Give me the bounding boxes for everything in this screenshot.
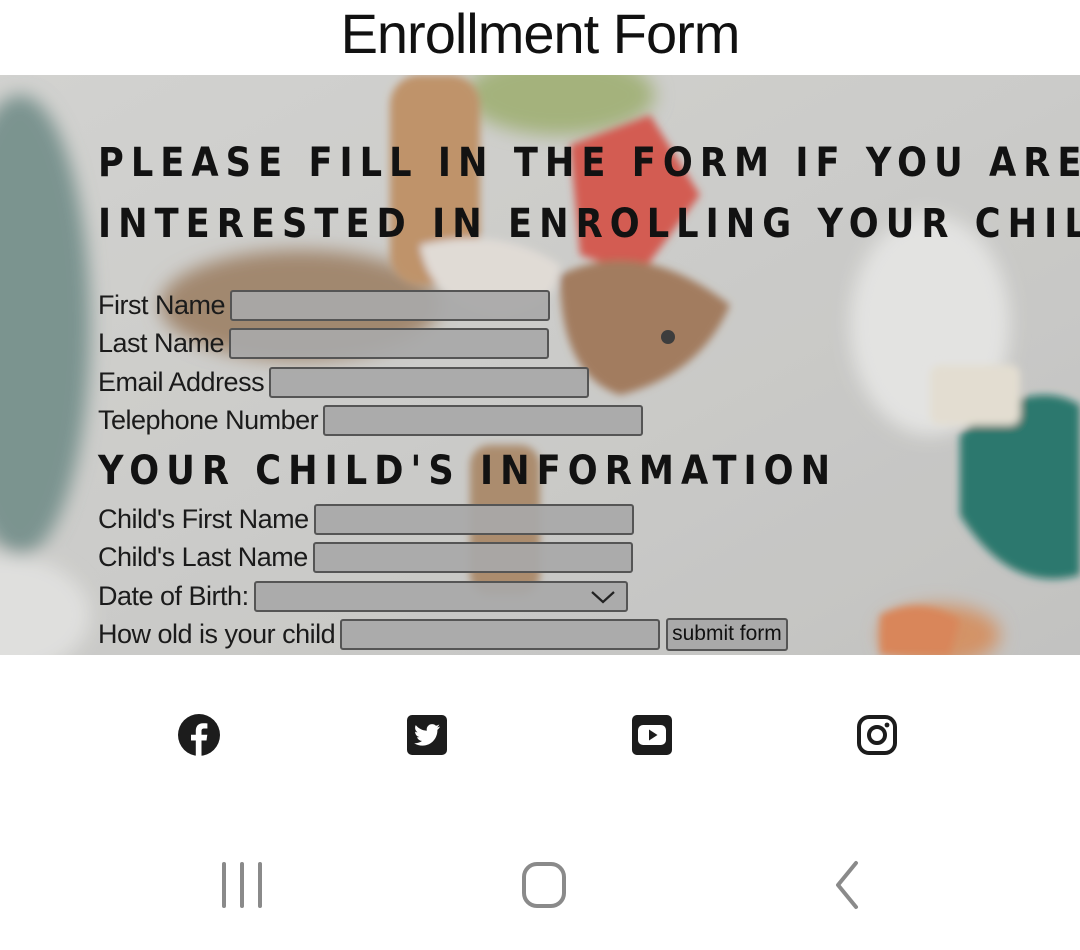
home-icon[interactable] (514, 855, 574, 915)
telephone-field[interactable] (323, 404, 644, 436)
social-links (0, 655, 1080, 815)
submit-button[interactable]: submit form (666, 617, 788, 651)
email-row: Email Address (98, 363, 590, 401)
chevron-down-icon (590, 590, 615, 603)
last-name-row: Last Name (98, 324, 550, 362)
last-name-label: Last Name (98, 327, 225, 358)
facebook-icon[interactable] (177, 713, 221, 757)
telephone-label: Telephone Number (98, 404, 319, 435)
telephone-row: Telephone Number (98, 401, 644, 439)
email-label: Email Address (98, 366, 265, 397)
first-name-field[interactable] (230, 289, 551, 321)
child-first-name-label: Child's First Name (98, 503, 309, 534)
child-info-heading: YOUR CHILD'S INFORMATION (98, 448, 838, 494)
email-field[interactable] (269, 366, 590, 398)
child-last-name-label: Child's Last Name (98, 541, 308, 572)
page-header: Enrollment Form (0, 0, 1080, 75)
dob-label: Date of Birth: (98, 580, 249, 611)
instagram-icon[interactable] (855, 713, 899, 757)
youtube-icon[interactable] (630, 713, 674, 757)
child-first-name-row: Child's First Name (98, 500, 634, 538)
twitter-icon[interactable] (405, 713, 449, 757)
dob-row: Date of Birth: (98, 577, 628, 615)
first-name-row: First Name (98, 286, 551, 324)
child-age-label: How old is your child (98, 618, 336, 649)
last-name-field[interactable] (229, 327, 550, 359)
page-title: Enrollment Form (340, 1, 741, 65)
form-heading-line-2: INTERESTED IN ENROLLING YOUR CHILD (98, 201, 1080, 247)
form-heading: PLEASE FILL IN THE FORM IF YOU ARE INTER… (98, 133, 1080, 255)
child-first-name-field[interactable] (313, 503, 634, 535)
back-icon[interactable] (818, 855, 878, 915)
enrollment-section: PLEASE FILL IN THE FORM IF YOU ARE INTER… (0, 75, 1080, 655)
form-heading-line-1: PLEASE FILL IN THE FORM IF YOU ARE (98, 140, 1080, 186)
child-last-name-field[interactable] (312, 541, 633, 573)
child-age-row: How old is your child submit form (98, 615, 788, 653)
dob-select[interactable] (253, 580, 628, 612)
child-age-field[interactable] (340, 618, 661, 650)
first-name-label: First Name (98, 289, 226, 320)
enrollment-form: PLEASE FILL IN THE FORM IF YOU ARE INTER… (98, 75, 1080, 655)
child-last-name-row: Child's Last Name (98, 538, 633, 576)
recent-apps-icon[interactable] (212, 855, 272, 915)
system-navigation-bar (0, 815, 1080, 950)
